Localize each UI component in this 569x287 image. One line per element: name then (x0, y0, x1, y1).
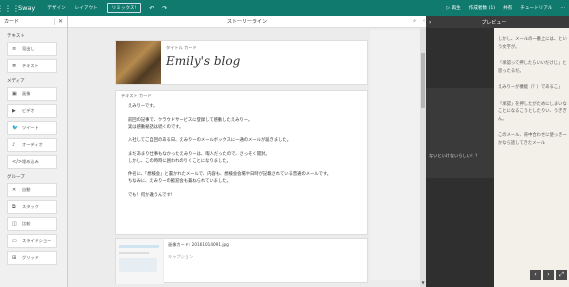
app-topbar: ⋮⋮⋮ Sway デザイン レイアウト リミックス! ↶ ↷ ▷ 再生 作成者数… (0, 0, 569, 16)
card-label: 埋め込み (22, 159, 39, 164)
text-card-body[interactable]: えみりーです。 前回の記事で、クラウドサービスに登録して感動したえみりー。 実は… (128, 103, 358, 205)
image-caption-field[interactable]: キャプション (168, 254, 193, 260)
card-label: グリッド (22, 255, 39, 260)
storyline-faint-overlay (370, 30, 420, 280)
title-card[interactable]: タイトル カード Emily's blog (115, 40, 368, 85)
title-card-title[interactable]: Emily's blog (166, 54, 240, 68)
card-image-button[interactable]: ▣ 画像 (7, 87, 57, 101)
card-embed-button[interactable]: </> 埋め込み (7, 155, 57, 169)
cards-panel-header: カード ✕ (0, 16, 67, 28)
redo-icon[interactable]: ↷ (162, 5, 167, 12)
card-label: 見出し (22, 46, 35, 51)
heading-icon: ≡ (12, 46, 17, 52)
preview-title: プレビュー (481, 19, 507, 26)
card-label: オーディオ (22, 142, 43, 147)
app-brand: Sway (18, 4, 36, 12)
audio-icon: ♪ (12, 142, 16, 148)
remix-button[interactable]: リミックス! (106, 3, 142, 13)
text-paragraph: でも！何か違うんです！ (128, 192, 176, 198)
embed-icon: </> (12, 159, 23, 165)
card-video-button[interactable]: ▶ ビデオ (7, 104, 57, 118)
card-tweet-button[interactable]: 🐦 ツイート (7, 121, 57, 135)
menu-layout[interactable]: レイアウト (75, 5, 98, 11)
card-grid-button[interactable]: ⊞ グリッド (7, 251, 57, 265)
card-label: 画像 (22, 91, 31, 96)
app-launcher-icon[interactable]: ⋮⋮⋮ (0, 0, 20, 16)
image-card-filename: 画像カード: 20161014091.jpg (168, 242, 229, 247)
text-card-label: テキスト カード (121, 93, 152, 98)
menu-design[interactable]: デザイン (47, 5, 65, 11)
cards-panel: カード ✕ テキスト ≡ 見出し ≣ テキスト メディア ▣ 画像 ▶ ビデオ 🐦 ツイー… (0, 16, 68, 287)
card-slideshow-button[interactable]: ▭ スライドショー (7, 234, 57, 248)
thumbnail-detail (119, 252, 149, 254)
preview-paragraph: しかし、メールの一番上には、という文字が。 (498, 37, 567, 50)
text-paragraph: 前回の記事で、クラウドサービスに登録して感動したえみりー。 実は感動秘話は続くの… (128, 117, 253, 130)
text-paragraph: えみりーです。 (128, 104, 158, 109)
preview-paragraph: えみりーが機能（？）であるこ」 (498, 85, 563, 90)
play-button[interactable]: ▷ 再生 (447, 5, 461, 11)
card-stack-button[interactable]: ⧉ スタック (7, 200, 57, 214)
grid-icon: ⊞ (12, 255, 17, 261)
close-icon[interactable]: ✕ (53, 18, 63, 25)
compare-icon: ◫ (12, 221, 17, 227)
preview-header: › プレビュー (426, 16, 569, 28)
slideshow-icon: ▭ (12, 238, 17, 244)
card-label: ビデオ (22, 108, 35, 113)
search-icon[interactable]: ⌕ (413, 18, 416, 24)
storyline-header: ストーリーライン ⌕ ‹ (68, 16, 426, 28)
preview-expand-button[interactable]: ⤢ (556, 270, 567, 280)
chevron-right-icon[interactable]: › (429, 19, 431, 26)
more-icon[interactable]: ⋯ (560, 6, 565, 11)
chevron-left-icon[interactable]: ‹ (423, 18, 425, 24)
stack-icon: ⧉ (12, 204, 16, 210)
video-icon: ▶ (12, 108, 16, 114)
text-icon: ≣ (12, 63, 17, 69)
card-heading-button[interactable]: ≡ 見出し (7, 42, 57, 56)
text-paragraph: まだあまり仕事もなかったえみりーは、暇人だったので、さっそく開封。 しかし、この… (128, 151, 270, 164)
title-card-label: タイトル カード (166, 45, 197, 50)
card-label: スタック (22, 204, 39, 209)
preview-text: しかし、メールの一番上には、という文字が。 「承認って押したらいいだけじ」と思っ… (498, 36, 568, 156)
preview-paragraph: このメール、背中合わせに使っきーかなら話してきたメール (498, 133, 567, 146)
share-button[interactable]: 共有 (503, 5, 512, 11)
section-media: メディア (7, 79, 25, 84)
card-label: 自動 (22, 187, 31, 192)
preview-paragraph: 「承認って押したらいいだけじ」と思ったるだ。 (498, 61, 567, 74)
preview-next-button[interactable]: › (543, 270, 554, 280)
card-audio-button[interactable]: ♪ オーディオ (7, 138, 57, 152)
thumbnail-detail (119, 245, 159, 248)
preview-overflow-text: ないといけないらしい！？ (429, 153, 480, 158)
undo-icon[interactable]: ↶ (149, 5, 154, 12)
image-card-thumbnail[interactable] (116, 239, 164, 284)
thumbnail-detail (119, 258, 157, 272)
text-paragraph: 入社してご自回のある日、えみりーのメールボックスに一通のメールが届きました。 (128, 138, 292, 143)
text-paragraph: 件名に、「想検会」と書かれたメールで、内容も、想検会会場や日時が記載されている普… (128, 172, 332, 184)
preview-paragraph: 「承認」を押したがためにしまいなことになるこうとしたりい、うぎぎん。 (498, 101, 567, 122)
auto-icon: ✕ (12, 187, 17, 193)
scrollbar-thumb[interactable] (421, 53, 425, 108)
card-label: スライドショー (22, 238, 52, 243)
tutorial-button[interactable]: チュートリアル (520, 5, 552, 11)
title-card-background-image[interactable] (116, 41, 161, 84)
text-card[interactable]: テキスト カード えみりーです。 前回の記事で、クラウドサービスに登録して感動し… (115, 90, 368, 235)
card-label: テキスト (22, 63, 39, 68)
storyline-title: ストーリーライン (226, 19, 267, 25)
section-text: テキスト (7, 34, 25, 39)
card-compare-button[interactable]: ◫ 比較 (7, 217, 57, 231)
twitter-icon: 🐦 (12, 125, 19, 131)
preview-shade (426, 88, 494, 178)
card-label: ツイート (22, 125, 39, 130)
card-text-button[interactable]: ≣ テキスト (7, 59, 57, 73)
image-icon: ▣ (12, 91, 17, 97)
authors-button[interactable]: 作成者数 (1) (469, 5, 495, 11)
card-auto-button[interactable]: ✕ 自動 (7, 183, 57, 197)
preview-prev-button[interactable]: ‹ (530, 270, 541, 280)
cards-panel-title: カード (4, 19, 20, 25)
image-card[interactable]: 画像カード: 20161014091.jpg キャプション (115, 238, 368, 284)
card-label: 比較 (22, 221, 31, 226)
section-group: グループ (7, 175, 25, 180)
